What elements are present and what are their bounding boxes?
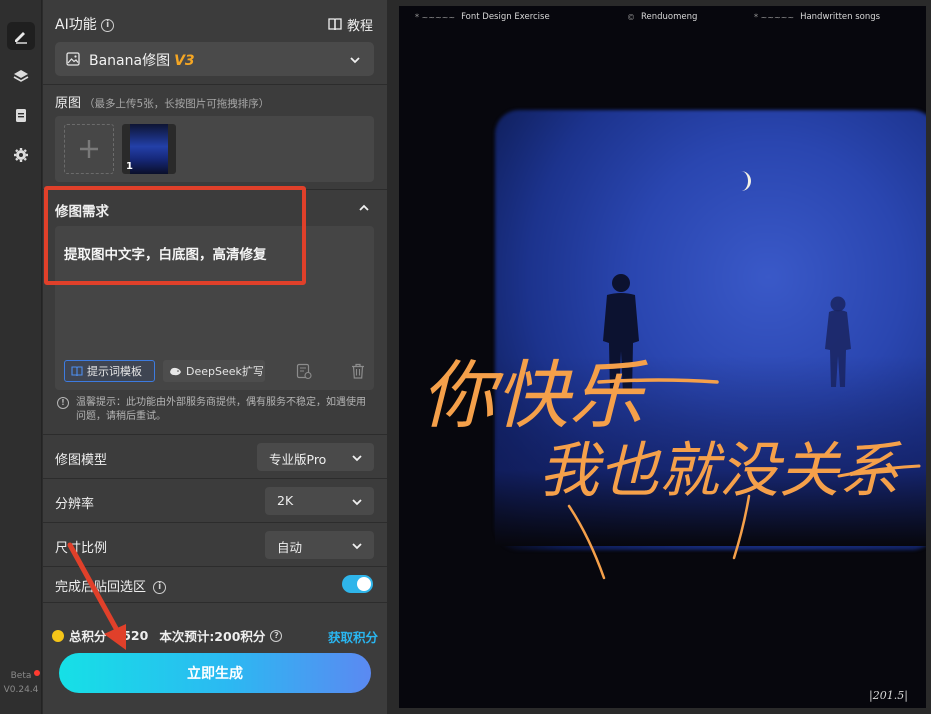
history-icon[interactable] [296,363,312,380]
model-setting-select[interactable]: 专业版Pro [257,443,374,471]
layers-icon [13,70,29,82]
service-tip: ! 温馨提示：此功能由外部服务商提供，偶有服务不稳定，如遇使用问题，请稍后重试。 [57,396,373,424]
notes-tool-button[interactable] [7,101,35,129]
toggle-knob [357,577,371,591]
chevron-down-icon [352,543,362,550]
calligraphy-line-1: 你快乐 [421,353,648,439]
whale-icon [170,367,181,375]
info-icon[interactable]: i [153,581,167,594]
add-image-button[interactable] [64,124,114,174]
prompt-template-button[interactable]: 提示词模板 [64,360,155,382]
calligraphy-line-2: 我也就没关系 [539,436,902,506]
info-icon[interactable]: i [101,18,115,32]
info-icon: ! [57,397,69,409]
beta-dot [34,670,40,676]
layers-tool-button[interactable] [7,62,35,90]
deepseek-label: DeepSeek扩写 [186,365,264,378]
panel-title: AI功能 i [55,14,115,34]
tutorial-link[interactable]: 教程 [328,15,373,34]
chevron-down-icon [352,499,362,506]
poster-signature: |201.5| [869,689,908,702]
edit-tool-button[interactable] [7,22,35,50]
book-icon [328,18,342,31]
clipboard-icon [16,109,26,122]
thumbnail-image [130,124,168,174]
model-name: Banana修图 [89,53,171,69]
original-images-label: 原图 （最多上传5张，长按图片可拖拽排序） [55,92,269,111]
generate-label: 立即生成 [187,666,243,682]
original-hint: （最多上传5张，长按图片可拖拽排序） [84,98,270,110]
image-thumbnail[interactable]: 1 [122,124,176,174]
upload-area: 1 [55,116,374,182]
model-select[interactable]: Banana修图 V3 [55,42,374,76]
trash-icon[interactable] [351,363,365,379]
image-icon [66,52,80,66]
divider [43,478,387,479]
thumbnail-index: 1 [126,161,133,172]
deepseek-expand-button[interactable]: DeepSeek扩写 [163,360,265,382]
model-setting-value: 专业版Pro [269,452,327,467]
panel-title-text: AI功能 [55,17,97,33]
chevron-down-icon [350,57,360,64]
pencil-icon [15,32,27,44]
generate-button[interactable]: 立即生成 [59,653,371,693]
version-label: V0.24.4 [3,685,39,695]
settings-tool-button[interactable] [7,141,35,169]
resolution-select[interactable]: 2K [265,487,374,515]
ratio-value: 自动 [277,540,303,555]
model-setting-label: 修图模型 [55,453,108,468]
model-version-tag: V3 [174,53,195,69]
panel-header: AI功能 i 教程 [43,10,387,38]
divider [43,84,387,85]
prompt-template-label: 提示词模板 [87,365,142,378]
divider [43,434,387,435]
resolution-value: 2K [277,493,294,508]
gear-icon [14,148,28,162]
tutorial-label: 教程 [346,19,373,34]
info-icon[interactable]: ? [270,629,283,642]
get-points-link[interactable]: 获取积分 [328,627,378,646]
paste-back-toggle[interactable] [342,575,373,593]
plus-icon [80,140,98,158]
calligraphy-art: 你快乐 我也就没关系 [421,353,921,580]
book-open-icon [71,365,83,376]
divider [43,522,387,523]
chevron-up-icon[interactable] [359,203,369,213]
tool-rail: Beta V0.24.4 [0,0,42,714]
annotation-arrow-icon [67,542,126,650]
poster-image[interactable]: * ~~~~~ Font Design Exercise © Renduomen… [399,6,926,708]
highlight-box [44,186,306,285]
chevron-down-icon [352,455,362,462]
resolution-label: 分辨率 [55,497,95,512]
model-select-value: Banana修图 V3 [89,50,195,70]
service-tip-text: 温馨提示：此功能由外部服务商提供，偶有服务不稳定，如遇使用问题，请稍后重试。 [76,397,366,422]
original-label-text: 原图 [55,96,82,111]
estimated-points: 本次预计:200积分 [159,629,266,644]
ratio-select[interactable]: 自动 [265,531,374,559]
